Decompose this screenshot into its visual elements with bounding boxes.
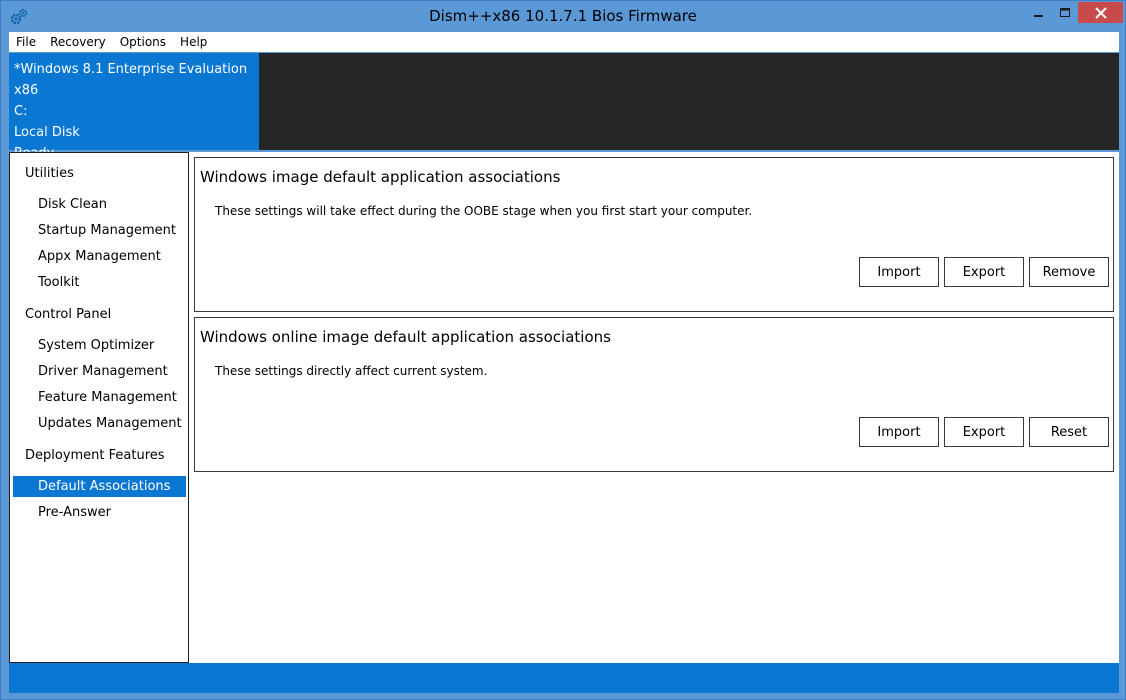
app-window: Dism++x86 10.1.7.1 Bios Firmware File Re… (0, 0, 1126, 700)
export-button[interactable]: Export (944, 257, 1024, 287)
remove-button[interactable]: Remove (1029, 257, 1109, 287)
maximize-icon (1060, 7, 1070, 17)
card-description: These settings will take effect during t… (215, 204, 753, 218)
nav-item-feature-management[interactable]: Feature Management (13, 387, 186, 408)
title-bar[interactable]: Dism++x86 10.1.7.1 Bios Firmware (1, 1, 1125, 32)
maximize-button[interactable] (1052, 2, 1078, 23)
image-info-panel[interactable]: *Windows 8.1 Enterprise Evaluation x86 C… (9, 53, 259, 161)
os-name: *Windows 8.1 Enterprise Evaluation x86 (14, 62, 248, 98)
nav-item-driver-management[interactable]: Driver Management (13, 361, 186, 382)
menu-file[interactable]: File (9, 32, 43, 52)
import-button[interactable]: Import (859, 417, 939, 447)
nav-item-pre-answer[interactable]: Pre-Answer (13, 502, 186, 523)
menu-recovery[interactable]: Recovery (43, 32, 113, 52)
menu-bar: File Recovery Options Help (9, 32, 1119, 52)
card-title: Windows online image default application… (200, 328, 611, 346)
export-button[interactable]: Export (944, 417, 1024, 447)
drive-letter: C: (14, 104, 28, 119)
sidebar: Utilities Disk Clean Startup Management … (9, 152, 189, 663)
nav-item-default-associations[interactable]: Default Associations (13, 476, 186, 497)
nav-header-utilities: Utilities (25, 166, 74, 181)
minimize-button[interactable] (1026, 2, 1052, 23)
nav-header-deployment-features: Deployment Features (25, 448, 165, 463)
window-title: Dism++x86 10.1.7.1 Bios Firmware (429, 7, 697, 25)
status-bar (9, 663, 1119, 693)
import-button[interactable]: Import (859, 257, 939, 287)
menu-options[interactable]: Options (113, 32, 173, 52)
disk-label: Local Disk (14, 125, 80, 140)
nav-item-updates-management[interactable]: Updates Management (13, 413, 186, 434)
online-associations-card: Windows online image default application… (194, 317, 1114, 472)
nav-item-disk-clean[interactable]: Disk Clean (13, 194, 186, 215)
image-associations-card: Windows image default application associ… (194, 157, 1114, 312)
close-icon (1094, 6, 1107, 19)
nav-item-toolkit[interactable]: Toolkit (13, 272, 186, 293)
minimize-icon (1034, 14, 1043, 17)
nav-item-system-optimizer[interactable]: System Optimizer (13, 335, 186, 356)
image-list-area (259, 53, 1119, 150)
main-content: Windows image default application associ… (189, 152, 1119, 663)
menu-help[interactable]: Help (173, 32, 214, 52)
card-title: Windows image default application associ… (200, 168, 561, 186)
card-description: These settings directly affect current s… (215, 364, 488, 378)
nav-item-appx-management[interactable]: Appx Management (13, 246, 186, 267)
reset-button[interactable]: Reset (1029, 417, 1109, 447)
close-button[interactable] (1078, 2, 1123, 23)
nav-item-startup-management[interactable]: Startup Management (13, 220, 186, 241)
nav-header-control-panel: Control Panel (25, 307, 112, 322)
